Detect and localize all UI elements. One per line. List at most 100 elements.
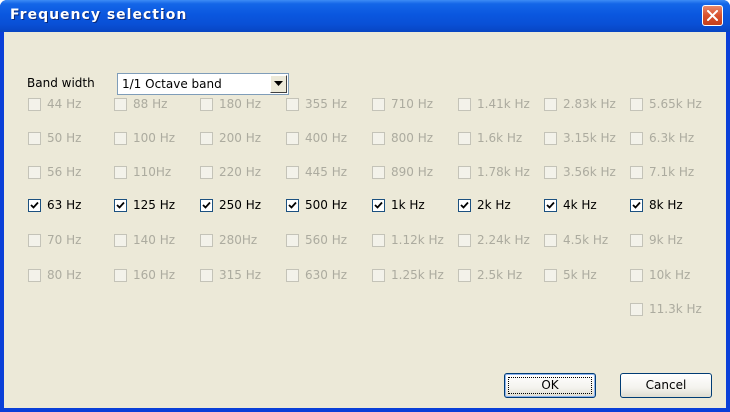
checkbox-unchecked-icon [28, 132, 41, 145]
frequency-label: 4k Hz [563, 198, 597, 212]
checkmark-icon [288, 201, 297, 209]
frequency-label: 445 Hz [305, 165, 348, 179]
frequency-label: 4.5k Hz [563, 233, 609, 247]
frequency-label: 1k Hz [391, 198, 425, 212]
checkbox-unchecked-icon [286, 98, 299, 111]
cancel-button-label: Cancel [645, 378, 687, 392]
frequency-label: 11.3k Hz [649, 302, 702, 316]
dialog-body: Band width 1/1 Octave band 44 Hz 50 Hz 56 … [4, 32, 726, 408]
frequency-label: 800 Hz [391, 131, 434, 145]
checkbox-checked-icon [200, 199, 213, 212]
checkbox-unchecked-icon [286, 234, 299, 247]
checkmark-icon [116, 201, 125, 209]
frequency-label: 1.6k Hz [477, 131, 523, 145]
checkbox-unchecked-icon [200, 98, 213, 111]
checkbox-unchecked-icon [28, 234, 41, 247]
checkmark-icon [30, 201, 39, 209]
frequency-label: 88 Hz [133, 97, 168, 111]
checkmark-icon [374, 201, 383, 209]
checkbox-unchecked-icon [372, 132, 385, 145]
checkbox-unchecked-icon [544, 166, 557, 179]
checkbox-unchecked-icon [28, 269, 41, 282]
checkbox-unchecked-icon [458, 166, 471, 179]
frequency-label: 1.78k Hz [477, 165, 530, 179]
frequency-selection-window: Frequency selection Band width 1/1 Octav… [0, 0, 730, 412]
frequency-label: 56 Hz [47, 165, 82, 179]
dropdown-button[interactable] [270, 75, 287, 93]
checkbox-unchecked-icon [200, 166, 213, 179]
frequency-label: 2.83k Hz [563, 97, 616, 111]
frequency-label: 500 Hz [305, 198, 348, 212]
checkbox-unchecked-icon [372, 234, 385, 247]
band-width-select[interactable]: 1/1 Octave band [117, 73, 289, 95]
frequency-label: 250 Hz [219, 198, 262, 212]
frequency-label: 5.65k Hz [649, 97, 702, 111]
checkbox-unchecked-icon [28, 166, 41, 179]
checkbox-unchecked-icon [630, 234, 643, 247]
chevron-down-icon [274, 81, 283, 86]
checkbox-unchecked-icon [286, 166, 299, 179]
checkbox-checked-icon [286, 199, 299, 212]
checkbox-unchecked-icon [458, 132, 471, 145]
frequency-label: 890 Hz [391, 165, 434, 179]
checkmark-icon [460, 201, 469, 209]
checkbox-checked-icon [544, 199, 557, 212]
frequency-label: 560 Hz [305, 233, 348, 247]
band-width-selected-value: 1/1 Octave band [122, 77, 222, 91]
frequency-label: 200 Hz [219, 131, 262, 145]
frequency-label: 400 Hz [305, 131, 348, 145]
frequency-label: 63 Hz [47, 198, 82, 212]
checkbox-unchecked-icon [372, 98, 385, 111]
close-button[interactable] [702, 5, 723, 26]
checkbox-checked-icon [372, 199, 385, 212]
checkbox-unchecked-icon [114, 166, 127, 179]
frequency-label: 180 Hz [219, 97, 262, 111]
cancel-button[interactable]: Cancel [620, 373, 712, 398]
frequency-label: 70 Hz [47, 233, 82, 247]
checkbox-unchecked-icon [544, 269, 557, 282]
frequency-label: 44 Hz [47, 97, 82, 111]
frequency-label: 3.56k Hz [563, 165, 616, 179]
checkbox-unchecked-icon [286, 269, 299, 282]
checkbox-checked-icon [630, 199, 643, 212]
frequency-label: 220 Hz [219, 165, 262, 179]
frequency-label: 110Hz [133, 165, 172, 179]
frequency-label: 50 Hz [47, 131, 82, 145]
checkbox-unchecked-icon [114, 269, 127, 282]
frequency-label: 2k Hz [477, 198, 511, 212]
frequency-label: 630 Hz [305, 268, 348, 282]
checkbox-unchecked-icon [630, 98, 643, 111]
checkmark-icon [202, 201, 211, 209]
checkbox-unchecked-icon [544, 234, 557, 247]
checkbox-unchecked-icon [630, 132, 643, 145]
frequency-label: 1.41k Hz [477, 97, 530, 111]
checkbox-unchecked-icon [286, 132, 299, 145]
checkbox-unchecked-icon [458, 269, 471, 282]
frequency-label: 10k Hz [649, 268, 691, 282]
ok-button[interactable]: OK [504, 373, 596, 398]
frequency-label: 7.1k Hz [649, 165, 695, 179]
frequency-label: 1.25k Hz [391, 268, 444, 282]
checkbox-unchecked-icon [200, 269, 213, 282]
checkbox-unchecked-icon [200, 234, 213, 247]
checkbox-unchecked-icon [544, 98, 557, 111]
frequency-label: 160 Hz [133, 268, 176, 282]
checkbox-unchecked-icon [544, 132, 557, 145]
frequency-label: 710 Hz [391, 97, 434, 111]
checkmark-icon [546, 201, 555, 209]
checkbox-unchecked-icon [630, 269, 643, 282]
band-width-label: Band width [27, 76, 95, 90]
checkbox-unchecked-icon [458, 98, 471, 111]
checkbox-checked-icon [28, 199, 41, 212]
frequency-label: 3.15k Hz [563, 131, 616, 145]
frequency-label: 140 Hz [133, 233, 176, 247]
checkbox-unchecked-icon [630, 166, 643, 179]
frequency-label: 5k Hz [563, 268, 597, 282]
checkbox-unchecked-icon [200, 132, 213, 145]
frequency-label: 80 Hz [47, 268, 82, 282]
checkbox-unchecked-icon [114, 234, 127, 247]
frequency-label: 2.5k Hz [477, 268, 523, 282]
frequency-label: 1.12k Hz [391, 233, 444, 247]
frequency-label: 355 Hz [305, 97, 348, 111]
title-bar[interactable]: Frequency selection [0, 0, 730, 32]
